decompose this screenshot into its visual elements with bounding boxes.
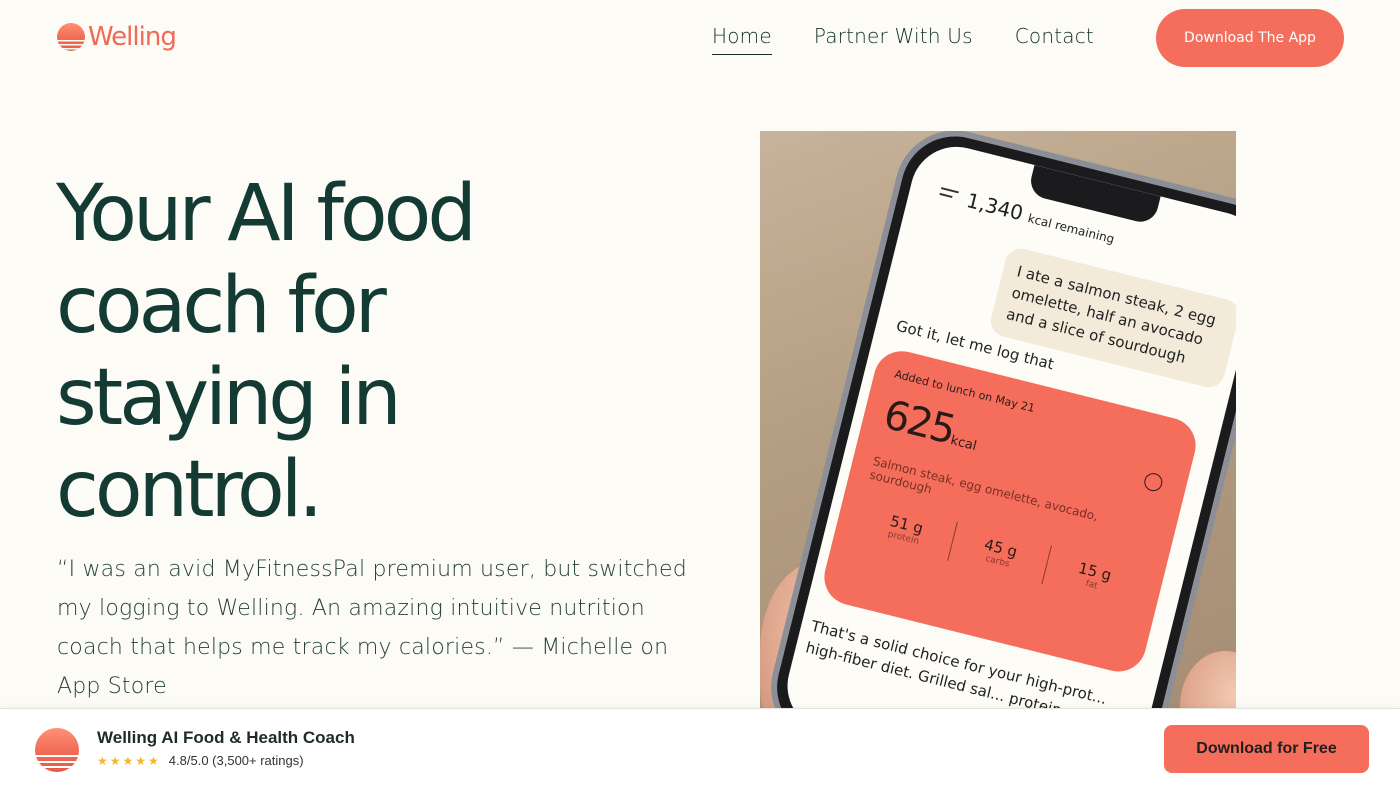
- app-icon: [35, 728, 79, 772]
- user-message-bubble: I ate a salmon steak, 2 egg omelette, ha…: [987, 245, 1236, 391]
- testimonial-quote: “I was an avid MyFitnessPal premium user…: [57, 557, 687, 699]
- meal-kcal-unit: kcal: [948, 433, 979, 455]
- main-nav: Home Partner With Us Contact: [712, 24, 1094, 55]
- meal-kcal-value: 625: [879, 391, 959, 454]
- download-free-button[interactable]: Download for Free: [1164, 725, 1369, 773]
- macro-fat: 15 g fat: [1042, 546, 1145, 608]
- kcal-remaining-value: 1,340: [964, 188, 1026, 226]
- download-app-button[interactable]: Download The App: [1156, 9, 1344, 67]
- hero-phone-photo: 1,340 kcal remaining I ate a salmon stea…: [760, 131, 1236, 708]
- app-download-bar: Welling AI Food & Health Coach ★★★★★ 4.8…: [0, 708, 1400, 788]
- brand-logo[interactable]: Welling: [57, 22, 177, 52]
- app-rating: ★★★★★ 4.8/5.0 (3,500+ ratings): [97, 753, 304, 768]
- nav-contact[interactable]: Contact: [1015, 24, 1094, 55]
- nav-home[interactable]: Home: [712, 24, 772, 55]
- hero-title-line: control.: [56, 445, 323, 535]
- sunset-logo-icon: [57, 23, 85, 51]
- kcal-remaining-label: kcal remaining: [1026, 211, 1116, 247]
- star-rating-icon: ★★★★★: [97, 753, 161, 768]
- meal-card: Added to lunch on May 21 625kcal Salmon …: [818, 345, 1202, 678]
- hero-title-line: coach for: [56, 261, 387, 351]
- nav-partner-with-us[interactable]: Partner With Us: [814, 24, 973, 55]
- menu-icon: [938, 187, 959, 203]
- rating-text: 4.8/5.0 (3,500+ ratings): [168, 753, 304, 768]
- hero-title-line: Your AI food: [56, 169, 477, 259]
- hero-title-line: staying in: [56, 353, 402, 443]
- macro-protein: 51 g protein: [854, 498, 958, 561]
- brand-name: Welling: [88, 22, 177, 52]
- phone-screen: 1,340 kcal remaining I ate a salmon stea…: [777, 137, 1236, 708]
- phone-device: 1,340 kcal remaining I ate a salmon stea…: [765, 131, 1236, 708]
- macro-carbs: 45 g carbs: [948, 522, 1052, 585]
- hand-image: [1180, 651, 1236, 708]
- hero-title: Your AI food coach for staying in contro…: [56, 168, 676, 536]
- app-name: Welling AI Food & Health Coach: [97, 728, 355, 747]
